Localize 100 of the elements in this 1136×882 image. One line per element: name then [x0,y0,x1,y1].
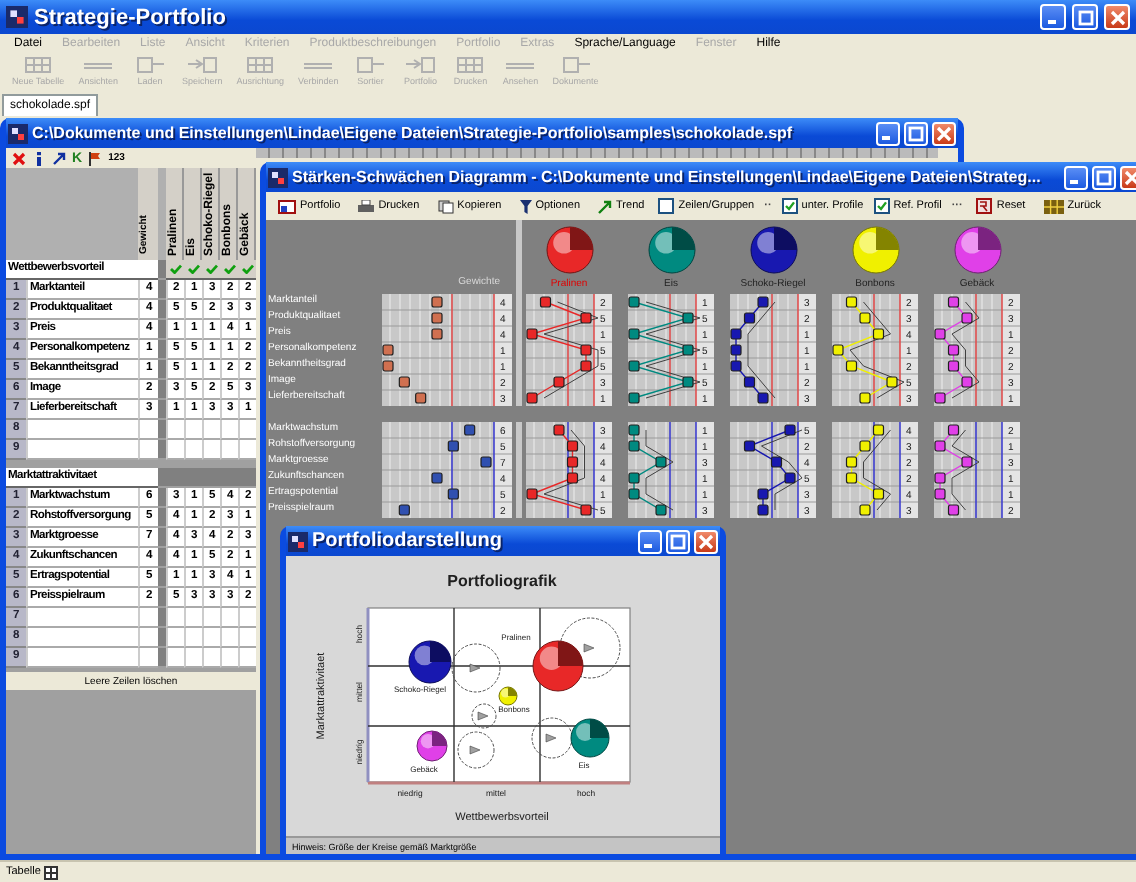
maximize-icon [1096,169,1112,185]
trend-line [863,429,891,511]
table-cell [138,608,158,628]
profile-marker [628,392,640,404]
table-cell [184,420,202,440]
profile-marker [553,424,565,436]
check-icon[interactable] [223,264,235,274]
checkbox[interactable] [658,198,675,214]
trend-line [543,301,599,399]
profile-marker [832,344,844,356]
table-cell [238,628,256,648]
pie-bubble [533,641,583,691]
profile-marker [682,312,694,324]
window-title: C:\Dokumente und Einstellungen\Lindae\Eigene Dateien\Strategie-Portfolio\samples\schokolade.spf [32,121,793,145]
profile-marker [382,344,394,356]
table-cell [184,608,202,628]
maximize-icon [670,533,686,549]
table-cell [166,420,184,440]
profile-marker [580,504,592,516]
window-icon [131,56,168,74]
close-button[interactable] [1104,4,1130,30]
check-icon[interactable] [205,264,217,274]
profile-marker [431,296,443,308]
profile-marker [845,472,858,484]
arrow-icon[interactable] [52,151,66,165]
profile-marker [655,504,667,516]
profile-marker [553,376,565,388]
check-icon[interactable] [241,264,253,274]
profile-marker [872,424,885,436]
header-cell [238,468,256,486]
profile-marker [859,504,871,516]
profile-marker [947,344,960,356]
profile-marker [743,376,756,388]
table-icon [242,56,279,74]
close-button[interactable] [694,529,718,553]
minimize-button[interactable] [876,121,900,145]
profile-marker [431,472,443,484]
trend-line [951,429,980,511]
checkbox[interactable] [781,198,798,214]
profile-marker [845,296,858,308]
arrow-icon [184,56,221,74]
portfolio-icon [278,199,296,213]
profile-marker [743,440,756,452]
maximize-button[interactable] [904,121,928,145]
profile-marker [886,376,898,388]
delete-icon[interactable] [12,151,26,165]
profile-marker [628,360,640,372]
profile-marker [415,392,427,404]
maximize-button[interactable] [1072,4,1098,30]
minimize-button[interactable] [1064,165,1088,189]
checkbox[interactable] [873,198,890,214]
window-icon [352,56,389,74]
pie-bubble [499,687,517,705]
profile-marker [947,360,960,372]
table-cell [184,628,202,648]
table-cell [166,628,184,648]
table-cell [26,420,138,440]
flag-icon[interactable] [88,151,103,165]
profile-marker [628,440,640,452]
table-cell [166,648,184,668]
profile-marker [566,472,579,484]
profile-marker [961,456,973,468]
trend-circle [451,643,501,693]
check-icon[interactable] [169,264,181,274]
table-cell [202,648,220,668]
check-icon[interactable] [187,264,199,274]
app-icon [288,531,308,551]
maximize-button[interactable] [666,529,690,553]
profile-marker [859,312,871,324]
profile-marker [934,488,946,500]
app-icon [6,6,28,28]
trend-line [543,429,599,511]
table-cell [202,628,220,648]
app-icon [8,123,28,143]
profile-marker [784,424,796,436]
table-cell [238,608,256,628]
trend-line [645,429,674,511]
trend-circle [559,617,621,679]
pie-bubble [409,641,451,683]
table-cell [26,608,138,628]
maximize-icon [908,125,924,141]
profile-marker [757,392,769,404]
close-button[interactable] [932,121,956,145]
grid-icon [44,865,59,879]
trend-line [849,301,905,399]
pie-icon [749,226,797,274]
profile-marker [447,440,459,452]
profile-marker [961,312,973,324]
minimize-button[interactable] [638,529,662,553]
profile-marker [872,328,885,340]
table-cell [220,420,238,440]
table-cell [26,648,138,668]
window-title: Portfoliodarstellung [312,529,502,553]
profile-marker [859,440,871,452]
profile-marker [934,440,946,452]
info-icon[interactable] [32,151,46,165]
maximize-button[interactable] [1092,165,1116,189]
profile-marker [431,312,443,324]
minimize-button[interactable] [1040,4,1066,30]
profile-marker [526,488,538,500]
